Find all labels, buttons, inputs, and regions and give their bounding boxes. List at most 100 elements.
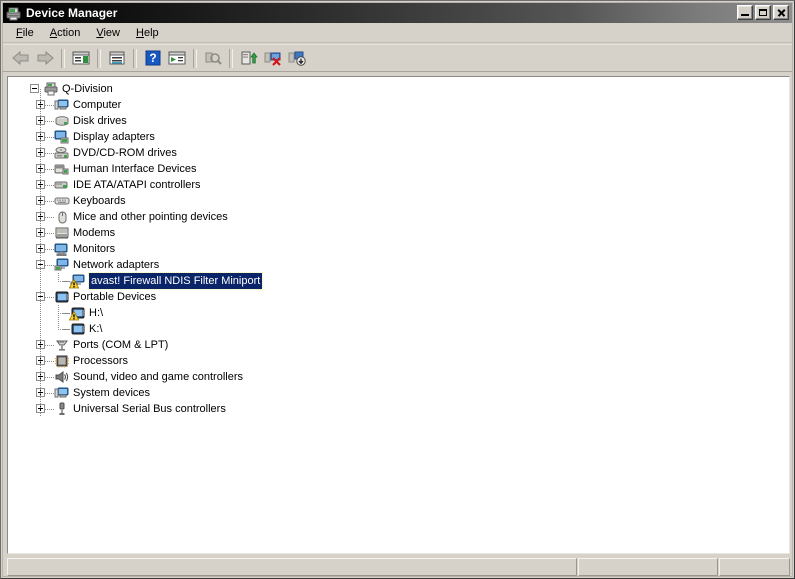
tree-item-label: Monitors (73, 243, 116, 255)
tree-item[interactable]: Portable Devices (8, 289, 789, 305)
tree-item[interactable]: DVD/CD-ROM drives (8, 145, 789, 161)
tree-item-label: DVD/CD-ROM drives (73, 147, 177, 159)
tree-item[interactable]: Network adapters (8, 257, 789, 273)
tree-connector (45, 377, 54, 378)
tree-connector (45, 105, 54, 106)
update-driver-button[interactable] (237, 46, 261, 70)
monitor-icon (54, 242, 70, 256)
tree-item[interactable]: Mice and other pointing devices (8, 209, 789, 225)
network-adapter-icon (54, 258, 70, 272)
tree-trunk (58, 273, 59, 281)
portable-device-icon (70, 322, 86, 336)
tree-item[interactable]: Universal Serial Bus controllers (8, 401, 789, 417)
disable-device-button[interactable] (285, 46, 309, 70)
tree-expander-minus-icon[interactable] (30, 84, 39, 93)
display-adapter-icon (54, 130, 70, 144)
tree-item-label: IDE ATA/ATAPI controllers (73, 179, 201, 191)
tree-item-label: avast! Firewall NDIS Filter Miniport (87, 272, 264, 290)
maximize-button[interactable] (755, 5, 771, 20)
tree-item[interactable]: Modems (8, 225, 789, 241)
computer-icon (54, 98, 70, 112)
tree-item[interactable]: Keyboards (8, 193, 789, 209)
close-button[interactable] (773, 5, 789, 20)
properties-button[interactable] (105, 46, 129, 70)
separator-2 (97, 48, 101, 68)
forward-button[interactable] (33, 46, 57, 70)
tree-connector (45, 265, 54, 266)
tree-item[interactable]: IDE ATA/ATAPI controllers (8, 177, 789, 193)
tree-item[interactable]: Disk drives (8, 113, 789, 129)
tree-item-label: Network adapters (73, 259, 160, 271)
show-hide-console-tree-button[interactable] (69, 46, 93, 70)
tree-trunk (58, 321, 59, 329)
separator-1 (61, 48, 65, 68)
minimize-button[interactable] (737, 5, 753, 20)
separator-4 (193, 48, 197, 68)
tree-item[interactable]: Ports (COM & LPT) (8, 337, 789, 353)
tree-connector (45, 185, 54, 186)
tree-item[interactable]: K:\ (8, 321, 789, 337)
ide-controller-icon (54, 178, 70, 192)
title-bar[interactable]: Device Manager (3, 3, 792, 23)
tree-item[interactable]: Q-Division (8, 81, 789, 97)
tree-item-selected[interactable]: avast! Firewall NDIS Filter Miniport (8, 272, 789, 290)
tree-connector (45, 201, 54, 202)
menu-item-action[interactable]: Action (42, 25, 89, 41)
window-title: Device Manager (26, 6, 118, 20)
tree-item-label: Portable Devices (73, 291, 157, 303)
tree-connector (45, 137, 54, 138)
tree-connector (45, 153, 54, 154)
tree-item-label: Disk drives (73, 115, 127, 127)
network-adapter-icon (68, 274, 86, 289)
tree-item[interactable]: Display adapters (8, 129, 789, 145)
tree-item-label: Display adapters (73, 131, 155, 143)
tree-item[interactable]: System devices (8, 385, 789, 401)
tree-connector (45, 233, 54, 234)
sound-controller-icon (54, 370, 70, 384)
tree-item-label: Keyboards (73, 195, 126, 207)
tree-connector (45, 249, 54, 250)
show-hide-action-pane-button[interactable] (165, 46, 189, 70)
tree-connector (45, 409, 54, 410)
back-button[interactable] (9, 46, 33, 70)
tree-connector (58, 329, 70, 330)
scan-for-hardware-changes-button[interactable] (201, 46, 225, 70)
tree-item-label: System devices (73, 387, 151, 399)
separator-3 (133, 48, 137, 68)
uninstall-device-button[interactable] (261, 46, 285, 70)
hid-icon (54, 162, 70, 176)
toolbar: ? (3, 44, 792, 72)
tree-item-label: Human Interface Devices (73, 163, 197, 175)
device-tree: Q-Division Computer Disk drives Display … (8, 77, 789, 417)
tree-item[interactable]: Computer (8, 97, 789, 113)
modem-icon (54, 226, 70, 240)
tree-item-label: Ports (COM & LPT) (73, 339, 169, 351)
device-tree-panel[interactable]: Q-Division Computer Disk drives Display … (7, 76, 790, 554)
tree-item-label: Universal Serial Bus controllers (73, 403, 226, 415)
tree-connector (45, 169, 54, 170)
menu-bar: File Action View Help (3, 24, 792, 43)
tree-connector (45, 217, 54, 218)
portable-device-icon (54, 290, 70, 304)
menu-item-help[interactable]: Help (128, 25, 167, 41)
svg-text:?: ? (149, 51, 156, 65)
help-button[interactable]: ? (141, 46, 165, 70)
computer-root-icon (43, 82, 59, 96)
tree-item[interactable]: Sound, video and game controllers (8, 369, 789, 385)
tree-item-label: Mice and other pointing devices (73, 211, 228, 223)
disk-drive-icon (54, 114, 70, 128)
menu-item-file[interactable]: File (8, 25, 42, 41)
tree-item[interactable]: Processors (8, 353, 789, 369)
tree-item[interactable]: H:\ (8, 305, 789, 321)
tree-connector (45, 121, 54, 122)
system-device-icon (54, 386, 70, 400)
tree-root-trunk (40, 89, 41, 409)
port-icon (54, 338, 70, 352)
tree-item[interactable]: Human Interface Devices (8, 161, 789, 177)
tree-item-label: Modems (73, 227, 116, 239)
tree-item-label: Q-Division (62, 83, 113, 95)
tree-item-label: Computer (73, 99, 122, 111)
device-manager-icon (6, 6, 22, 21)
tree-item[interactable]: Monitors (8, 241, 789, 257)
menu-item-view[interactable]: View (88, 25, 128, 41)
